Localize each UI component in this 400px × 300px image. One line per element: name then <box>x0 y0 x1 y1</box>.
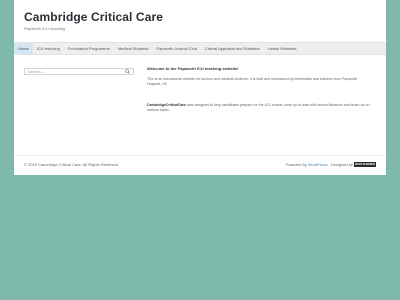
purpose-paragraph: CambridgeCriticalCare was designed to he… <box>147 103 372 113</box>
search-box <box>24 68 134 75</box>
nav-item-useful-websites[interactable]: Useful Websites <box>264 43 301 54</box>
nav-item-papworth-journal-club[interactable]: Papworth Journal Club <box>153 43 201 54</box>
page-container: Cambridge Critical Care Papworth ICU tea… <box>14 0 386 175</box>
search-input[interactable] <box>28 69 118 74</box>
nav-item-medical-students[interactable]: Medical Students <box>114 43 153 54</box>
nav-item-critical-appraisal[interactable]: Critical Appraisal and Statistics <box>201 43 264 54</box>
site-header: Cambridge Critical Care Papworth ICU tea… <box>24 10 163 31</box>
main-navigation: Home ICU teaching Foundation Programme M… <box>14 42 386 55</box>
search-icon[interactable] <box>125 69 130 74</box>
site-name-strong: CambridgeCriticalCare <box>147 103 186 107</box>
footer-divider <box>14 155 386 156</box>
main-content: Welcome to the Papworth ICU teaching web… <box>147 66 372 113</box>
footer-copyright: © 2016 Cambridge Critical Care. All Righ… <box>24 162 119 167</box>
site-description: Papworth ICU teaching <box>24 26 66 31</box>
welcome-heading: Welcome to the Papworth ICU teaching web… <box>147 66 239 71</box>
footer-credits: Powered by WordPress . Designed by WOOTH… <box>286 162 376 167</box>
wordpress-link[interactable]: WordPress <box>308 162 328 167</box>
powered-by-text: Powered by <box>285 162 307 167</box>
nav-item-home[interactable]: Home <box>14 43 33 54</box>
site-title[interactable]: Cambridge Critical Care <box>24 10 163 24</box>
intro-paragraph: This is an educational website for docto… <box>147 77 358 86</box>
nav-item-foundation-programme[interactable]: Foundation Programme <box>64 43 114 54</box>
nav-item-icu-teaching[interactable]: ICU teaching <box>33 43 64 54</box>
woothemes-logo[interactable]: WOOTHEMES <box>354 162 376 167</box>
designed-by-text: . Designed by <box>328 162 353 167</box>
